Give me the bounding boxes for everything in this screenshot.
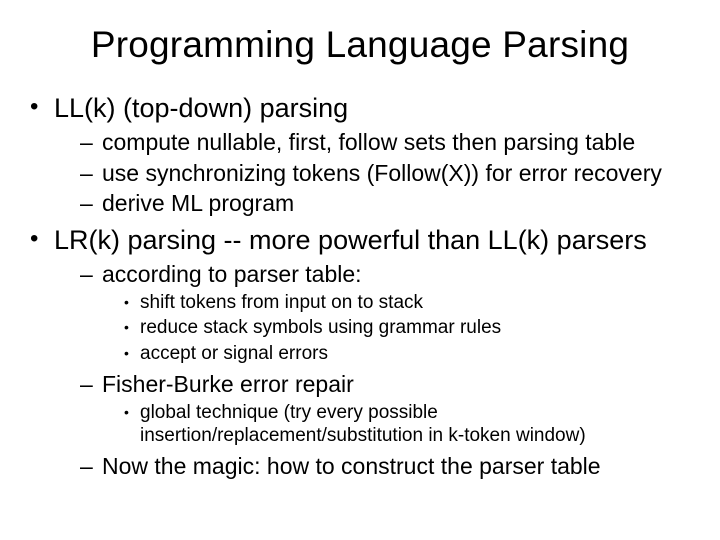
sub-bullet: use synchronizing tokens (Follow(X)) for… bbox=[80, 159, 692, 188]
bullet-text: LL(k) (top-down) parsing bbox=[54, 93, 348, 123]
sub-bullet: Fisher-Burke error repair global techniq… bbox=[80, 370, 692, 448]
subsub-bullet: shift tokens from input on to stack bbox=[124, 291, 692, 315]
slide: Programming Language Parsing LL(k) (top-… bbox=[0, 0, 720, 540]
sub-bullet-text: according to parser table: bbox=[102, 261, 362, 287]
bullet-list-level2: compute nullable, first, follow sets the… bbox=[54, 128, 692, 218]
sub-bullet: derive ML program bbox=[80, 189, 692, 218]
bullet-list-level2: according to parser table: shift tokens … bbox=[54, 260, 692, 481]
sub-bullet: compute nullable, first, follow sets the… bbox=[80, 128, 692, 157]
subsub-bullet: reduce stack symbols using grammar rules bbox=[124, 316, 692, 340]
bullet-llk: LL(k) (top-down) parsing compute nullabl… bbox=[28, 92, 692, 218]
sub-bullet: Now the magic: how to construct the pars… bbox=[80, 452, 692, 481]
slide-title: Programming Language Parsing bbox=[28, 24, 692, 66]
bullet-lrk: LR(k) parsing -- more powerful than LL(k… bbox=[28, 224, 692, 481]
bullet-list-level1: LL(k) (top-down) parsing compute nullabl… bbox=[28, 92, 692, 481]
bullet-list-level3: global technique (try every possible ins… bbox=[102, 401, 692, 449]
bullet-text: LR(k) parsing -- more powerful than LL(k… bbox=[54, 225, 647, 255]
sub-bullet: according to parser table: shift tokens … bbox=[80, 260, 692, 366]
sub-bullet-text: Fisher-Burke error repair bbox=[102, 371, 354, 397]
bullet-list-level3: shift tokens from input on to stack redu… bbox=[102, 291, 692, 366]
sub-bullet-text: Now the magic: how to construct the pars… bbox=[102, 453, 601, 479]
subsub-bullet: accept or signal errors bbox=[124, 342, 692, 366]
subsub-bullet: global technique (try every possible ins… bbox=[124, 401, 692, 449]
